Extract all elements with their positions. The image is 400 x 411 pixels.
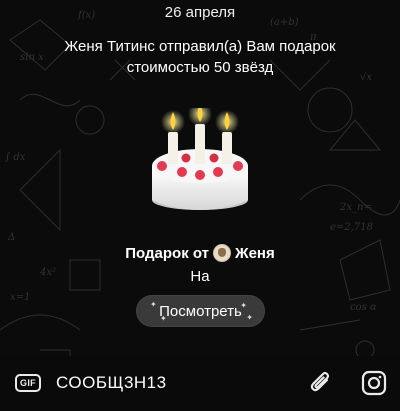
view-gift-button[interactable]: ✦ ✦ ✦ ✦ Посмотреть [136,295,265,327]
svg-text:Δ: Δ [7,232,15,243]
sender-avatar[interactable] [213,244,232,262]
gift-sender-line: Подарок от Женя [0,244,400,262]
sender-name[interactable]: Женя [235,245,275,262]
sparkle-icon: ✦ [246,313,253,322]
date-label: 26 апреля [164,4,236,21]
message-input[interactable] [56,370,286,396]
paperclip-icon[interactable] [308,369,334,397]
sparkle-icon: ✦ [150,300,157,309]
service-message-line: стоимостью 50 звёзд [126,59,274,76]
gif-icon[interactable]: GIF [15,374,41,392]
instagram-camera-icon[interactable] [361,370,387,396]
service-message-line: Женя Титинс отправил(а) Вам подарок [64,38,336,55]
sparkle-icon: ✦ [160,314,167,323]
svg-text:e=2,718: e=2,718 [330,222,373,233]
message-composer: GIF [0,356,400,411]
gift-subtitle: На [190,268,210,285]
svg-text:x=1: x=1 [10,292,30,303]
sparkle-icon: ✦ [240,301,247,310]
view-gift-button-label: Посмотреть [159,302,242,320]
gift-service-message: Женя Титинс отправил(а) Вам подарок стои… [0,36,400,78]
svg-text:cos α: cos α [350,302,377,313]
svg-text:∫ dx: ∫ dx [5,152,26,163]
svg-text:2x_n=: 2x_n= [339,202,372,213]
gift-from-label: Подарок от [125,244,210,262]
birthday-cake-icon[interactable] [142,108,258,224]
